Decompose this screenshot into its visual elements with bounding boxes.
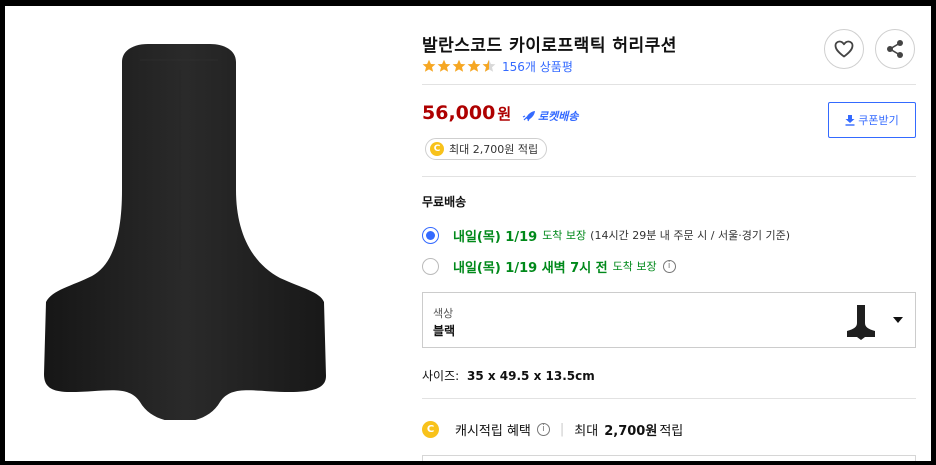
cash-amount: 2,700원 — [604, 423, 658, 439]
star-half-icon — [482, 59, 496, 72]
size-value: 35 x 49.5 x 13.5cm — [467, 369, 595, 383]
info-icon[interactable]: i — [536, 422, 550, 436]
rating-row: 156개 상품평 — [422, 57, 573, 75]
share-button[interactable] — [875, 29, 915, 69]
radio-selected[interactable] — [422, 226, 439, 244]
rating-stars — [422, 59, 496, 73]
coin-icon: C — [430, 142, 444, 156]
option-value: 블랙 — [433, 324, 456, 338]
divider — [422, 398, 916, 399]
star-icon — [437, 59, 451, 72]
cash-benefit-label: 캐시적립 혜택 — [455, 423, 531, 439]
sale-price: 56,000 원 — [422, 102, 512, 124]
cash-benefit-row: C 캐시적립 혜택 i | 최대 2,700원 적립 — [422, 419, 683, 439]
delivery-note: (14시간 29분 내 주문 시 / 서울·경기 기준) — [590, 229, 790, 242]
coupon-download-button[interactable]: 쿠폰받기 — [828, 102, 916, 138]
divider — [422, 176, 916, 177]
coin-icon: C — [422, 420, 439, 438]
color-option-select[interactable]: 색상 블랙 — [422, 292, 916, 348]
info-icon[interactable]: i — [662, 259, 676, 273]
star-icon — [467, 59, 481, 72]
cash-prefix: 최대 — [574, 423, 599, 439]
option-thumbnail — [847, 305, 875, 340]
rocket-icon — [522, 111, 535, 122]
delivery-date: 내일(목) 1/19 — [453, 229, 538, 245]
star-icon — [452, 59, 466, 72]
cash-suffix: 적립 — [659, 423, 684, 439]
shipping-option-1[interactable]: 내일(목) 1/19 도착 보장 (14시간 29분 내 주문 시 / 서울·경… — [422, 226, 790, 245]
share-icon — [887, 40, 903, 58]
wishlist-button[interactable] — [824, 29, 864, 69]
rocket-delivery-badge: 로켓배송 — [522, 108, 578, 124]
coupon-label: 쿠폰받기 — [858, 114, 899, 127]
product-image — [44, 44, 326, 420]
separator: | — [559, 421, 565, 437]
download-icon — [845, 114, 855, 126]
product-title: 발란스코드 카이로프랙틱 허리쿠션 — [422, 36, 677, 56]
size-label: 사이즈: — [422, 369, 460, 383]
size-info: 사이즈: 35 x 49.5 x 13.5cm — [422, 367, 595, 384]
delivery-guarantee: 도착 보장 — [612, 260, 657, 273]
star-icon — [422, 59, 436, 72]
points-text: 최대 2,700원 적립 — [449, 143, 539, 156]
chevron-down-icon — [893, 317, 903, 323]
delivery-guarantee: 도착 보장 — [542, 229, 587, 242]
divider — [422, 84, 916, 85]
max-points-badge: C 최대 2,700원 적립 — [425, 138, 548, 160]
delivery-date: 내일(목) 1/19 새벽 7시 전 — [453, 260, 608, 276]
shipping-option-2[interactable]: 내일(목) 1/19 새벽 7시 전 도착 보장 i — [422, 257, 676, 276]
radio-unselected[interactable] — [422, 257, 439, 275]
bottom-panel — [422, 455, 916, 465]
free-shipping-label: 무료배송 — [422, 195, 467, 209]
review-count-link[interactable]: 156개 상품평 — [502, 58, 573, 75]
option-label: 색상 — [433, 307, 454, 320]
heart-icon — [834, 40, 854, 58]
